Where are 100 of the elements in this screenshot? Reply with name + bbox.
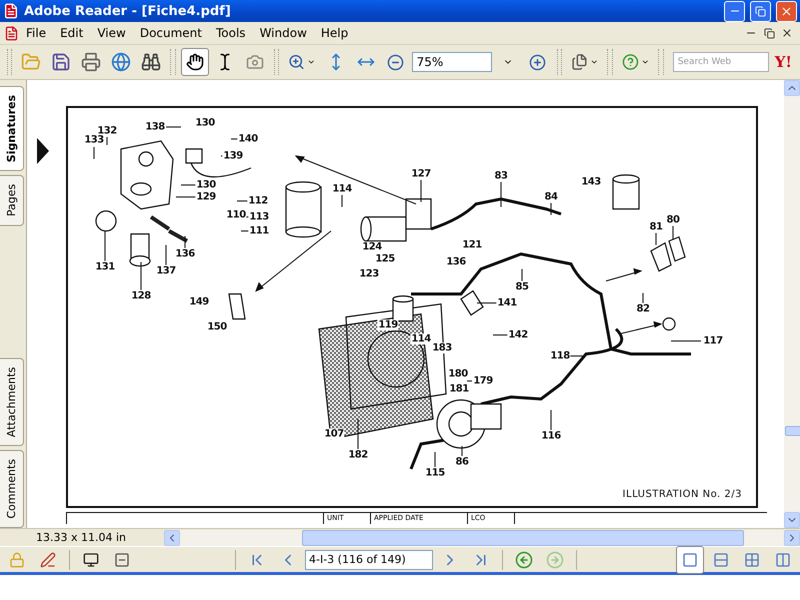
single-page-button[interactable] bbox=[676, 546, 704, 574]
callout-number: 111 bbox=[248, 226, 270, 236]
side-tab[interactable]: Pages bbox=[0, 175, 24, 226]
callout-number: 138 bbox=[144, 122, 166, 132]
callout-number: 150 bbox=[206, 322, 228, 332]
callout-number: 140 bbox=[237, 134, 259, 144]
callout-number: 116 bbox=[540, 430, 562, 442]
callout-number: 119 bbox=[377, 320, 399, 330]
menu-item[interactable]: Tools bbox=[209, 26, 253, 40]
document-icon bbox=[4, 26, 19, 40]
callout-number: 149 bbox=[188, 296, 210, 308]
callout-number: 114 bbox=[410, 334, 432, 344]
minimize-button[interactable] bbox=[724, 0, 745, 22]
side-tab[interactable]: Attachments bbox=[0, 358, 24, 446]
callout-number: 80 bbox=[666, 214, 680, 226]
binoculars-icon bbox=[141, 52, 162, 72]
scroll-thumb[interactable] bbox=[785, 426, 800, 436]
single-page-icon bbox=[682, 552, 698, 568]
scroll-down-button[interactable] bbox=[784, 512, 800, 528]
callout-number: 124 bbox=[361, 242, 383, 252]
restore-icon bbox=[755, 6, 766, 16]
callout-number: 136 bbox=[174, 248, 196, 260]
callout-number: 123 bbox=[358, 268, 380, 280]
camera-icon bbox=[246, 53, 264, 71]
callout-number: 130 bbox=[195, 180, 217, 190]
callout-number: 84 bbox=[544, 192, 558, 202]
logo[interactable]: Y! bbox=[770, 53, 796, 71]
app-icon bbox=[3, 3, 19, 19]
zoom-field[interactable]: 75% bbox=[412, 52, 492, 72]
callout-number: 114 bbox=[331, 184, 353, 194]
callout-number: 115 bbox=[424, 468, 446, 478]
plus-icon bbox=[529, 54, 546, 70]
callout-number: 81 bbox=[648, 222, 664, 232]
close-icon bbox=[780, 4, 793, 18]
triangle-icon bbox=[37, 138, 49, 164]
tool-button[interactable] bbox=[180, 48, 209, 76]
callout-number: 83 bbox=[494, 170, 508, 182]
menu-item[interactable]: Window bbox=[252, 26, 314, 40]
scroll-thumb[interactable] bbox=[302, 530, 744, 546]
callout-number: 127 bbox=[410, 168, 432, 180]
callout-number: 133 bbox=[83, 134, 105, 146]
callout-number: 82 bbox=[636, 304, 650, 314]
pen-icon bbox=[40, 552, 56, 568]
callout-number: 136 bbox=[445, 256, 467, 268]
callout-number: 110 bbox=[225, 210, 247, 220]
restore-button[interactable] bbox=[750, 0, 771, 22]
scroll-up-button[interactable] bbox=[784, 80, 800, 96]
scroll-left-button[interactable] bbox=[164, 530, 180, 546]
callout-number: 117 bbox=[702, 336, 724, 346]
minus-icon bbox=[387, 54, 404, 70]
menu-item[interactable]: Document bbox=[132, 26, 209, 40]
lock-icon bbox=[9, 552, 25, 568]
page-size-label: 13.33 x 11.04 in bbox=[35, 531, 128, 544]
callout-number: 86 bbox=[454, 456, 470, 468]
globe-icon bbox=[111, 52, 132, 72]
callout-number: 181 bbox=[448, 384, 470, 394]
callout-number: 128 bbox=[130, 290, 152, 302]
close-icon bbox=[781, 27, 793, 39]
save-icon bbox=[51, 52, 72, 72]
menu-item[interactable]: File bbox=[19, 26, 54, 40]
help-icon bbox=[622, 52, 639, 72]
window-title: Adobe Reader - [Fiche4.pdf] bbox=[24, 4, 232, 18]
callout-number: 85 bbox=[514, 282, 530, 292]
callout-number: 183 bbox=[431, 342, 453, 354]
page-number-field[interactable]: 4-I-3 (116 of 149) bbox=[305, 550, 433, 570]
callout-number: 118 bbox=[549, 350, 571, 362]
callout-number: 130 bbox=[194, 118, 216, 128]
menu-item[interactable]: View bbox=[90, 26, 133, 40]
callout-number: 179 bbox=[472, 376, 494, 386]
side-tab[interactable]: Comments bbox=[0, 450, 24, 528]
callout-number: 180 bbox=[447, 368, 469, 380]
illustration-caption: ILLUSTRATION No. 2/3 bbox=[622, 489, 742, 500]
grid-pages-icon bbox=[744, 552, 760, 568]
minus-icon bbox=[114, 552, 130, 568]
side-tab[interactable]: Signatures bbox=[0, 86, 24, 172]
folder-icon bbox=[21, 52, 42, 72]
callout-number: 121 bbox=[461, 240, 483, 250]
printer-icon bbox=[81, 52, 102, 72]
callout-number: 142 bbox=[507, 330, 529, 340]
callout-number: 143 bbox=[580, 176, 602, 188]
callout-number: 139 bbox=[222, 150, 244, 162]
callout-number: 182 bbox=[347, 450, 369, 460]
restore-icon bbox=[764, 28, 774, 38]
monitor-icon bbox=[83, 552, 99, 568]
callout-number: 132 bbox=[96, 126, 118, 136]
menu-item[interactable]: Help bbox=[314, 26, 356, 40]
search-field[interactable]: Search Web bbox=[672, 52, 769, 72]
callout-number: 113 bbox=[248, 212, 270, 222]
close-button[interactable] bbox=[776, 0, 797, 22]
callout-number: 112 bbox=[247, 196, 269, 206]
pages-icon bbox=[571, 52, 588, 72]
magnifier-icon bbox=[288, 52, 306, 72]
hand-icon bbox=[186, 53, 204, 71]
continuous-pages-icon bbox=[713, 552, 729, 568]
scroll-right-button[interactable] bbox=[784, 530, 800, 546]
callout-number: 129 bbox=[195, 192, 217, 202]
callout-number: 141 bbox=[496, 298, 518, 308]
callout-number: 107 bbox=[323, 428, 345, 440]
callout-number: 137 bbox=[155, 266, 177, 276]
menu-item[interactable]: Edit bbox=[53, 26, 90, 40]
